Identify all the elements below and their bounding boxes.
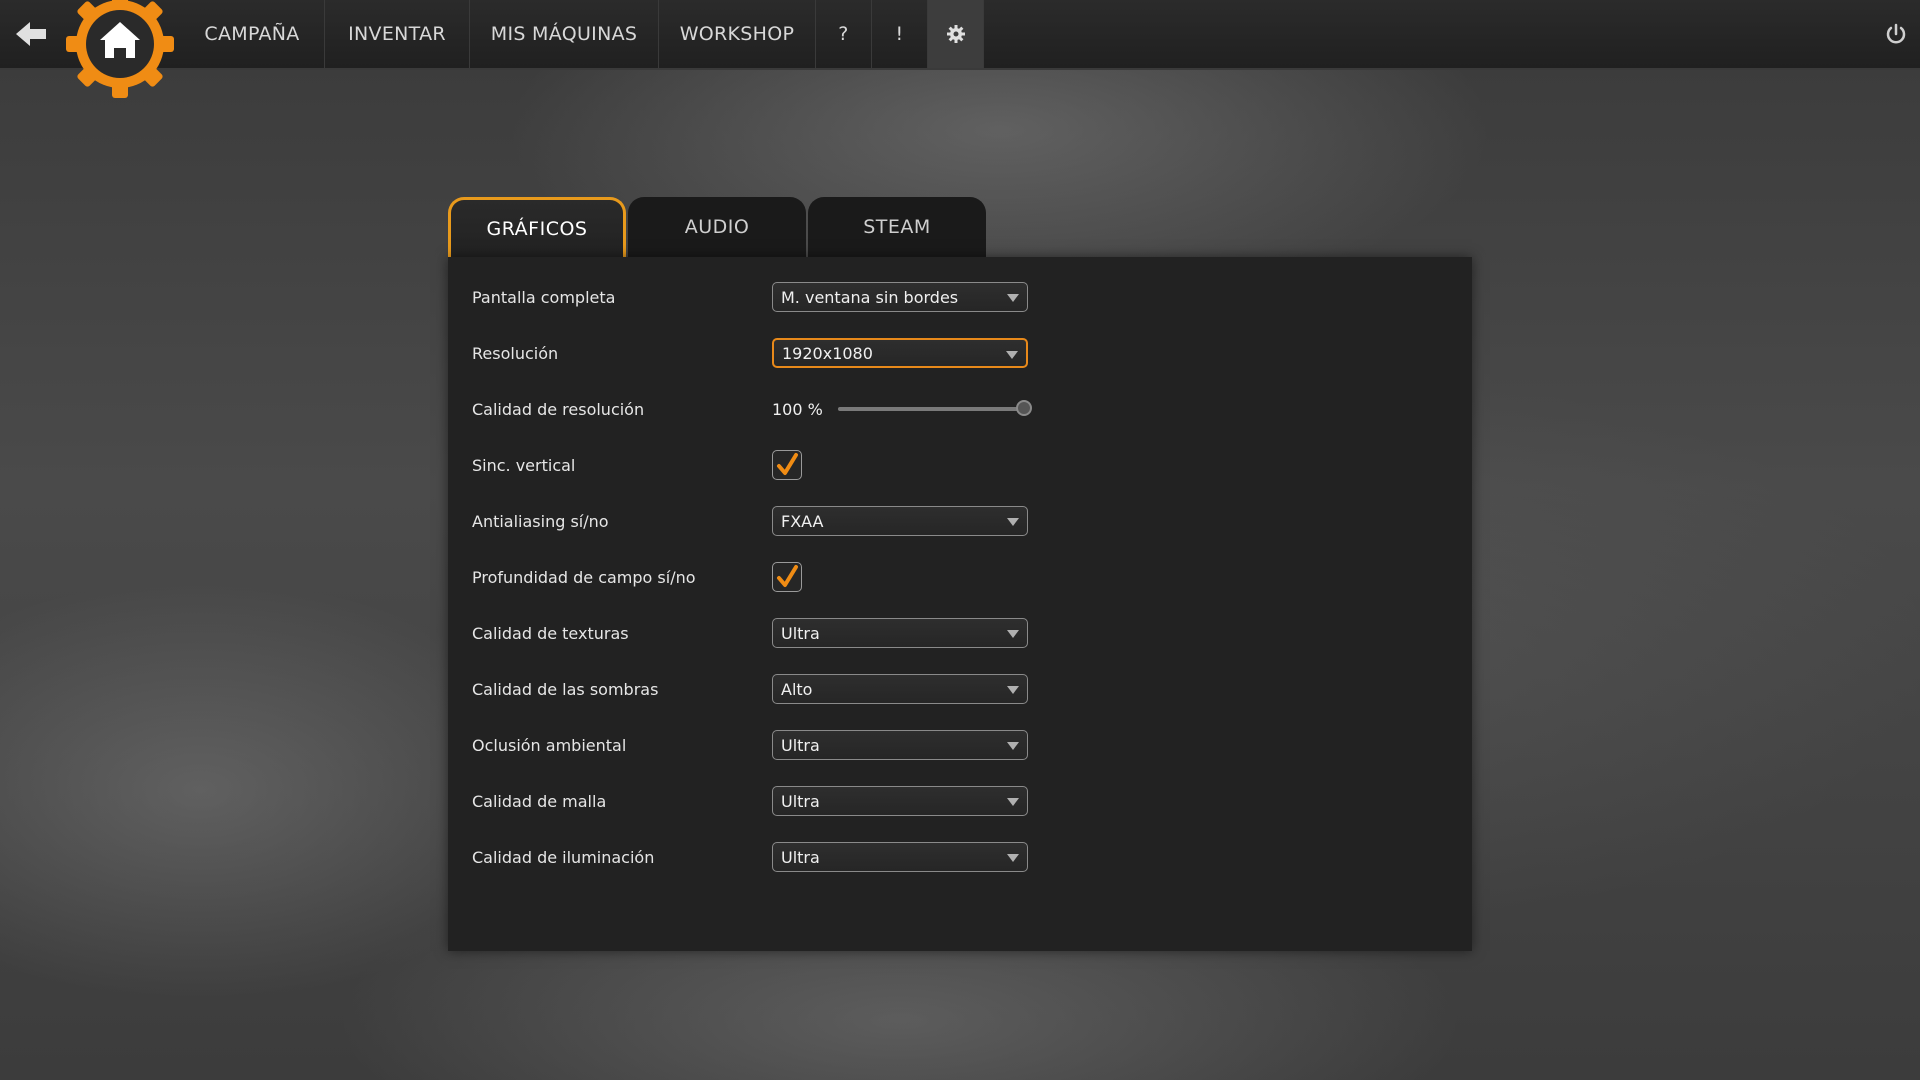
setting-row-ambient-occlusion: Oclusión ambiental Ultra xyxy=(472,730,1032,760)
nav-inventar[interactable]: INVENTAR xyxy=(325,0,470,68)
slider-handle[interactable] xyxy=(1016,400,1032,416)
vsync-checkbox[interactable] xyxy=(772,450,802,480)
home-button[interactable] xyxy=(64,0,176,100)
chevron-down-icon xyxy=(1007,630,1019,638)
chevron-down-icon xyxy=(1007,798,1019,806)
setting-label: Oclusión ambiental xyxy=(472,735,627,755)
nav-settings[interactable] xyxy=(928,0,984,68)
exclamation-icon: ! xyxy=(895,23,904,45)
antialiasing-dropdown[interactable]: FXAA xyxy=(772,506,1028,536)
tab-audio[interactable]: AUDIO xyxy=(628,197,806,257)
setting-row-resolution: Resolución 1920x1080 xyxy=(472,338,1032,368)
dropdown-value: M. ventana sin bordes xyxy=(781,287,959,307)
chevron-down-icon xyxy=(1007,854,1019,862)
checkmark-icon xyxy=(777,565,798,587)
dropdown-value: Ultra xyxy=(781,847,820,867)
nav-label: INVENTAR xyxy=(348,23,446,45)
setting-row-vsync: Sinc. vertical xyxy=(472,450,1032,480)
nav-label: WORKSHOP xyxy=(679,23,795,45)
setting-label: Profundidad de campo sí/no xyxy=(472,567,696,587)
setting-label: Calidad de malla xyxy=(472,791,607,811)
setting-row-texture-quality: Calidad de texturas Ultra xyxy=(472,618,1032,648)
setting-label: Pantalla completa xyxy=(472,287,616,307)
setting-row-fullscreen: Pantalla completa M. ventana sin bordes xyxy=(472,282,1032,312)
lighting-quality-dropdown[interactable]: Ultra xyxy=(772,842,1028,872)
arrow-left-icon xyxy=(16,22,46,46)
setting-row-lighting-quality: Calidad de iluminación Ultra xyxy=(472,842,1032,872)
resolution-dropdown[interactable]: 1920x1080 xyxy=(772,338,1028,368)
setting-row-resolution-quality: Calidad de resolución 100 % xyxy=(472,394,1032,424)
settings-tabs: GRÁFICOS AUDIO STEAM xyxy=(448,197,988,257)
fullscreen-dropdown[interactable]: M. ventana sin bordes xyxy=(772,282,1028,312)
slider-value: 100 % xyxy=(772,399,823,419)
home-gear-icon xyxy=(66,0,174,98)
top-nav-bar: CAMPAÑA INVENTAR MIS MÁQUINAS WORKSHOP ?… xyxy=(0,0,1920,98)
tab-steam[interactable]: STEAM xyxy=(808,197,986,257)
nav-label: CAMPAÑA xyxy=(204,23,300,45)
power-icon xyxy=(1886,23,1906,44)
main-nav: CAMPAÑA INVENTAR MIS MÁQUINAS WORKSHOP ?… xyxy=(180,0,984,68)
depth-of-field-checkbox[interactable] xyxy=(772,562,802,592)
power-button[interactable] xyxy=(1884,22,1908,46)
resolution-quality-slider[interactable] xyxy=(838,400,1032,416)
mesh-quality-dropdown[interactable]: Ultra xyxy=(772,786,1028,816)
help-icon: ? xyxy=(838,23,849,45)
nav-news[interactable]: ! xyxy=(872,0,928,68)
chevron-down-icon xyxy=(1007,518,1019,526)
setting-row-shadow-quality: Calidad de las sombras Alto xyxy=(472,674,1032,704)
dropdown-value: Ultra xyxy=(781,623,820,643)
graphics-settings-panel: Pantalla completa M. ventana sin bordes … xyxy=(448,257,1472,951)
tab-label: GRÁFICOS xyxy=(486,217,588,240)
tab-label: AUDIO xyxy=(684,216,750,238)
nav-help[interactable]: ? xyxy=(816,0,872,68)
shadow-quality-dropdown[interactable]: Alto xyxy=(772,674,1028,704)
dropdown-value: FXAA xyxy=(781,511,824,531)
setting-label: Resolución xyxy=(472,343,559,363)
chevron-down-icon xyxy=(1007,742,1019,750)
setting-label: Sinc. vertical xyxy=(472,455,576,475)
tab-label: STEAM xyxy=(863,216,931,238)
back-button[interactable] xyxy=(14,18,50,50)
chevron-down-icon xyxy=(1007,294,1019,302)
dropdown-value: Ultra xyxy=(781,791,820,811)
nav-mis-maquinas[interactable]: MIS MÁQUINAS xyxy=(470,0,659,68)
setting-row-depth-of-field: Profundidad de campo sí/no xyxy=(472,562,1032,592)
setting-label: Calidad de iluminación xyxy=(472,847,655,867)
setting-label: Antialiasing sí/no xyxy=(472,511,609,531)
setting-row-antialiasing: Antialiasing sí/no FXAA xyxy=(472,506,1032,536)
tab-graficos[interactable]: GRÁFICOS xyxy=(448,197,626,257)
dropdown-value: Ultra xyxy=(781,735,820,755)
dropdown-value: 1920x1080 xyxy=(782,343,873,363)
setting-label: Calidad de texturas xyxy=(472,623,629,643)
dropdown-value: Alto xyxy=(781,679,813,699)
texture-quality-dropdown[interactable]: Ultra xyxy=(772,618,1028,648)
nav-campana[interactable]: CAMPAÑA xyxy=(180,0,325,68)
setting-label: Calidad de resolución xyxy=(472,399,645,419)
checkmark-icon xyxy=(777,453,798,475)
gear-icon xyxy=(946,25,965,43)
setting-row-mesh-quality: Calidad de malla Ultra xyxy=(472,786,1032,816)
chevron-down-icon xyxy=(1007,686,1019,694)
nav-workshop[interactable]: WORKSHOP xyxy=(659,0,816,68)
setting-label: Calidad de las sombras xyxy=(472,679,659,699)
nav-label: MIS MÁQUINAS xyxy=(490,23,638,45)
ambient-occlusion-dropdown[interactable]: Ultra xyxy=(772,730,1028,760)
chevron-down-icon xyxy=(1006,351,1018,359)
